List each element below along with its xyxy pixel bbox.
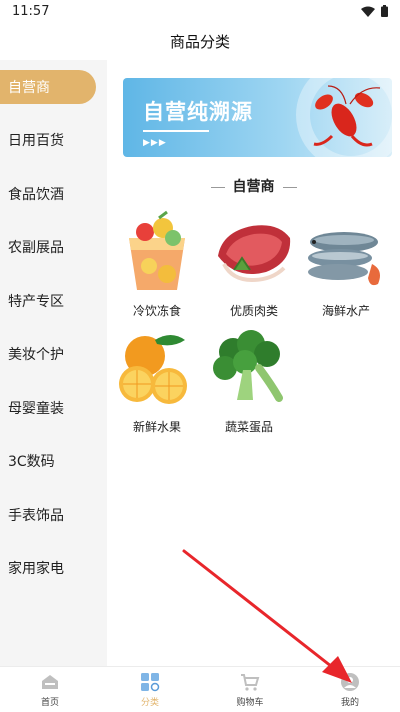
category-name: 冷饮冻食 bbox=[132, 304, 181, 318]
tab-label: 我的 bbox=[340, 697, 359, 708]
tab-label: 首页 bbox=[40, 697, 59, 708]
tab-home[interactable]: 首页 bbox=[0, 667, 100, 712]
banner-title: 自营纯溯源 bbox=[143, 100, 253, 124]
vegetable-icon bbox=[213, 330, 283, 402]
sidebar-item-daily-goods[interactable]: 日用百货 bbox=[0, 114, 107, 168]
sidebar-item-label: 特产专区 bbox=[8, 293, 64, 310]
section-title-text: 自营商 bbox=[232, 179, 275, 195]
tab-profile[interactable]: 我的 bbox=[300, 667, 400, 712]
title-dash-right bbox=[282, 186, 297, 188]
category-name: 蔬菜蛋品 bbox=[224, 420, 273, 434]
sidebar-item-label: 手表饰品 bbox=[8, 507, 64, 524]
sidebar-item-label: 3C数码 bbox=[8, 454, 55, 471]
page-title: 商品分类 bbox=[169, 33, 230, 51]
wifi-icon bbox=[361, 6, 375, 17]
fruit-icon bbox=[119, 335, 187, 404]
cold-drink-icon bbox=[129, 210, 185, 290]
category-meat[interactable]: 优质肉类 bbox=[209, 210, 299, 319]
section-title: 自营商 bbox=[107, 176, 400, 196]
sidebar-item-baby-kids[interactable]: 母婴童装 bbox=[0, 381, 107, 435]
sidebar-item-home-appliances[interactable]: 家用家电 bbox=[0, 542, 107, 596]
category-name: 海鲜水产 bbox=[321, 304, 370, 318]
meat-icon bbox=[218, 225, 291, 283]
cart-icon bbox=[241, 673, 260, 691]
category-name: 新鲜水果 bbox=[132, 420, 181, 434]
sidebar-item-label: 美妆个护 bbox=[8, 347, 64, 364]
header: 商品分类 bbox=[0, 24, 400, 60]
category-content: 自营纯溯源 ▶▶▶ 自营商 冷饮冻食 优质肉类 海鲜水产 新鲜水果 蔬菜蛋品 bbox=[107, 60, 400, 666]
category-name: 优质肉类 bbox=[229, 304, 278, 318]
category-cold-drinks[interactable]: 冷饮冻食 bbox=[112, 210, 202, 319]
tab-category[interactable]: 分类 bbox=[100, 667, 200, 712]
sidebar-item-beauty[interactable]: 美妆个护 bbox=[0, 328, 107, 382]
sidebar-item-label: 日用百货 bbox=[8, 133, 64, 150]
home-icon bbox=[42, 674, 58, 689]
sidebar-item-label: 食品饮酒 bbox=[8, 186, 64, 203]
status-bar: 11:57 bbox=[0, 0, 400, 24]
sidebar-item-3c-digital[interactable]: 3C数码 bbox=[0, 435, 107, 489]
tab-cart[interactable]: 购物车 bbox=[200, 667, 300, 712]
bottom-tab-bar: 首页 分类 购物车 我的 bbox=[0, 666, 400, 712]
sidebar-item-label: 农副展品 bbox=[8, 240, 64, 257]
category-sidebar: 自营商 日用百货 食品饮酒 农副展品 特产专区 美妆个护 母婴童装 3C数码 手… bbox=[0, 60, 107, 666]
sidebar-item-food-drinks[interactable]: 食品饮酒 bbox=[0, 167, 107, 221]
sidebar-item-label: 母婴童装 bbox=[8, 400, 64, 417]
seafood-icon bbox=[308, 232, 380, 286]
sidebar-item-specialty[interactable]: 特产专区 bbox=[0, 274, 107, 328]
sidebar-item-label: 自营商 bbox=[8, 79, 50, 96]
category-vegetables[interactable]: 蔬菜蛋品 bbox=[204, 326, 294, 435]
banner-underline bbox=[143, 130, 209, 132]
status-icons bbox=[361, 5, 388, 17]
tab-label: 购物车 bbox=[236, 697, 264, 708]
lobster-icon bbox=[313, 85, 381, 147]
sidebar-item-agri-products[interactable]: 农副展品 bbox=[0, 221, 107, 275]
profile-icon bbox=[341, 672, 359, 691]
title-dash-left bbox=[210, 186, 225, 188]
promo-banner[interactable]: 自营纯溯源 ▶▶▶ bbox=[123, 78, 392, 157]
status-time: 11:57 bbox=[12, 4, 50, 19]
banner-arrows: ▶▶▶ bbox=[143, 138, 167, 148]
sidebar-item-self-operated[interactable]: 自营商 bbox=[0, 60, 107, 114]
tab-label: 分类 bbox=[140, 697, 159, 708]
category-icon bbox=[141, 672, 160, 691]
battery-icon bbox=[381, 5, 388, 17]
sidebar-item-watches-jewelry[interactable]: 手表饰品 bbox=[0, 488, 107, 542]
category-fruit[interactable]: 新鲜水果 bbox=[112, 326, 202, 435]
category-seafood[interactable]: 海鲜水产 bbox=[301, 210, 391, 319]
sidebar-item-label: 家用家电 bbox=[8, 561, 64, 578]
